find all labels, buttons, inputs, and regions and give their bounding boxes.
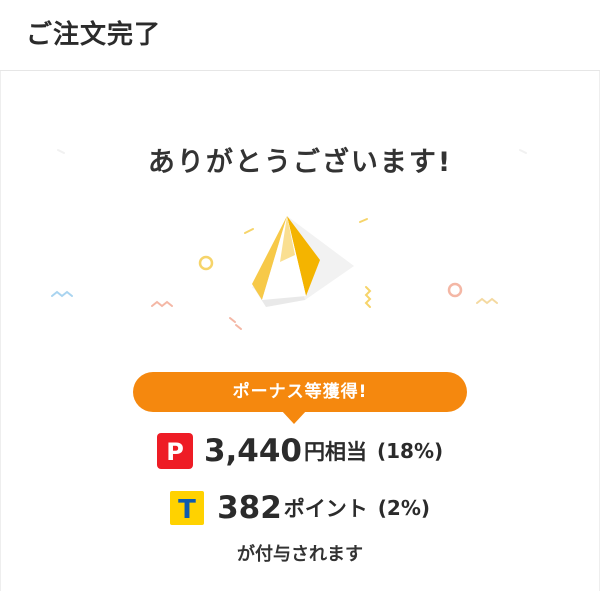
bonus-badge-pointer bbox=[281, 410, 307, 424]
reward-row-paypay: P 3,440円相当 (18%) bbox=[0, 433, 600, 469]
tpoint-unit: ポイント bbox=[283, 497, 368, 521]
party-popper-icon bbox=[252, 216, 354, 307]
svg-text:P: P bbox=[166, 438, 184, 466]
t-point-icon: T bbox=[169, 491, 204, 525]
tpoint-amount: 382 bbox=[217, 490, 282, 526]
reward-footnote: が付与されます bbox=[237, 544, 363, 565]
tpoint-percent: (2%) bbox=[377, 496, 431, 520]
paypay-amount: 3,440 bbox=[203, 433, 302, 469]
bonus-badge-label: ポーナス等獲得! bbox=[232, 382, 368, 402]
paypay-icon: P bbox=[156, 433, 193, 469]
bonus-badge: ポーナス等獲得! bbox=[133, 372, 467, 412]
paypay-unit: 円相当 bbox=[304, 440, 367, 464]
svg-text:T: T bbox=[178, 495, 196, 525]
reward-row-tpoint: T 382ポイント (2%) bbox=[0, 490, 600, 526]
paypay-percent: (18%) bbox=[377, 439, 444, 463]
